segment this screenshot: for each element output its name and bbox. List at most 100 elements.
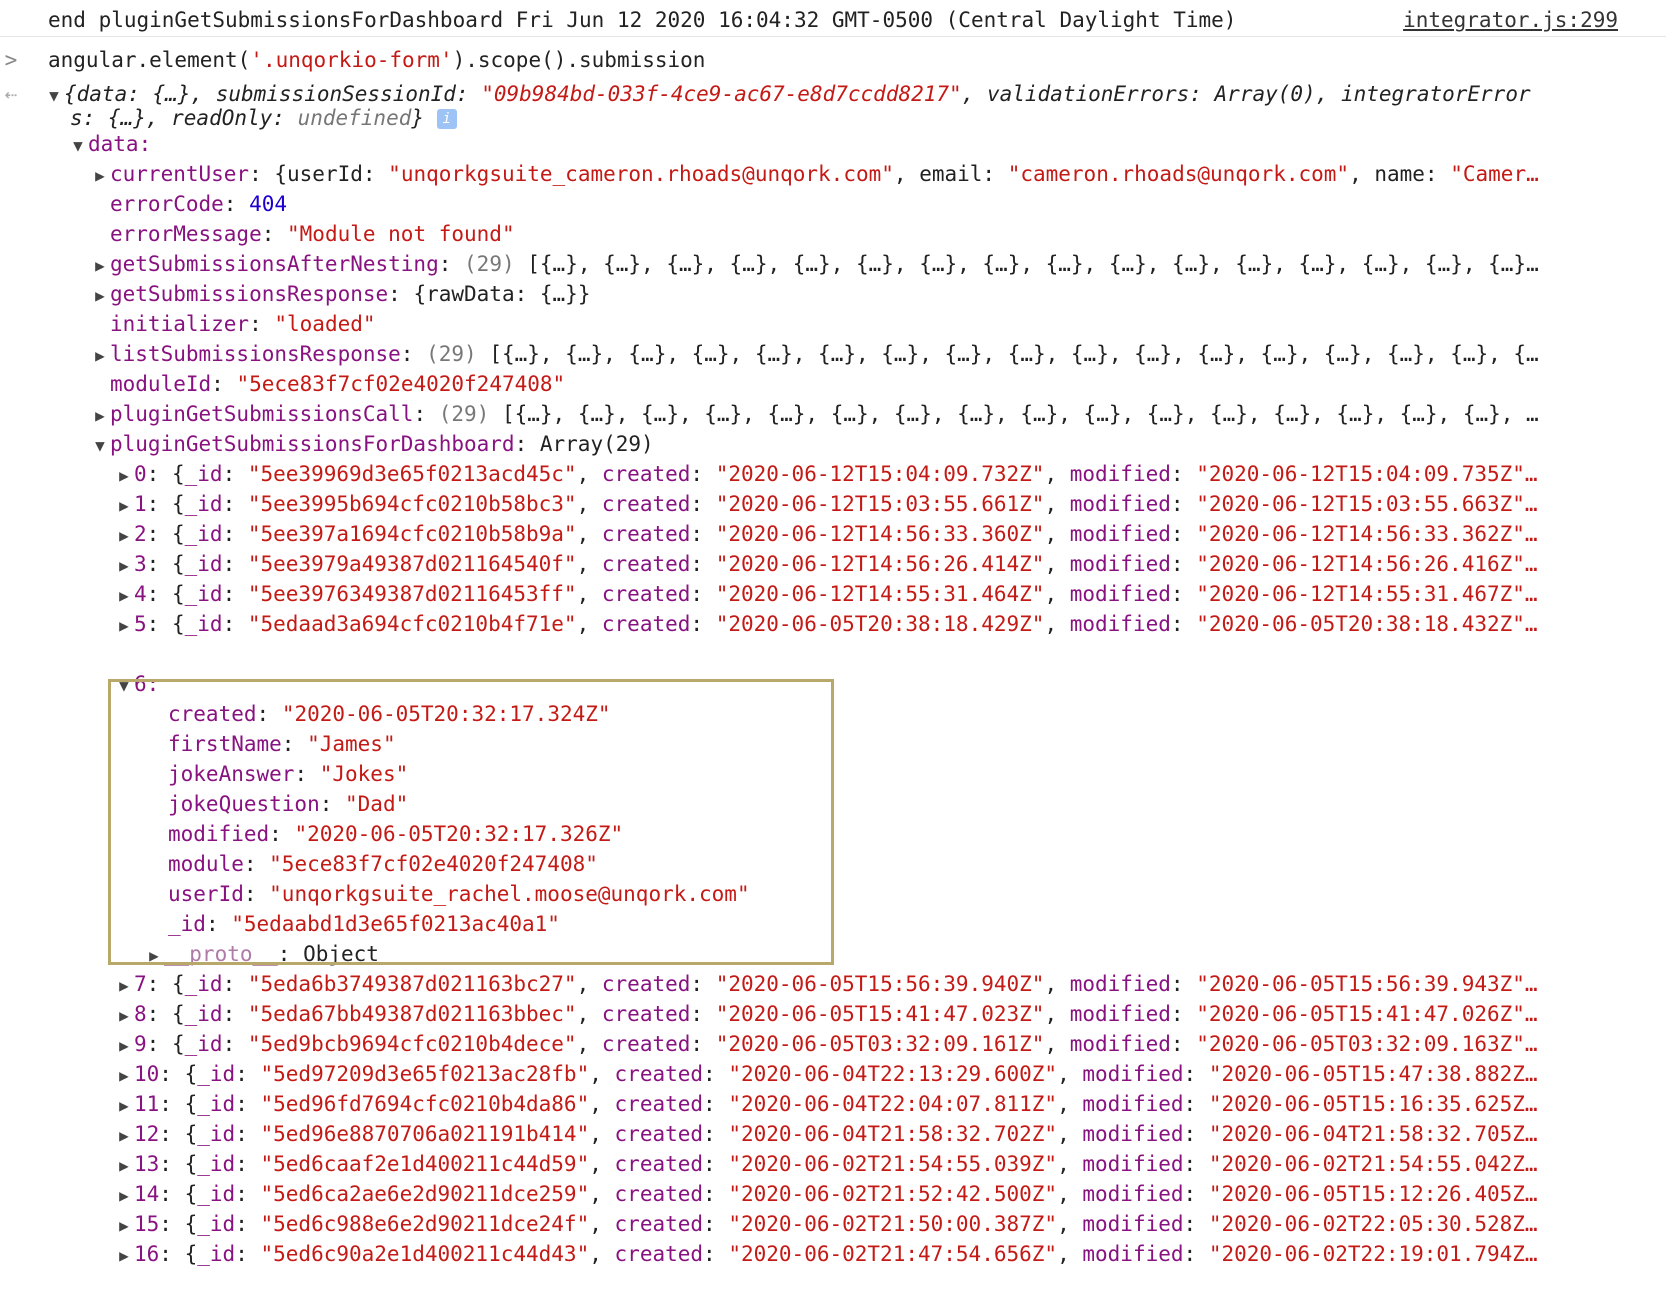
row-modified: "2020-06-05T20:38:18.432Z"… — [1196, 612, 1538, 636]
row-id: "5ee3995b694cfc0210b58bc3" — [247, 492, 577, 516]
sep: , — [589, 1092, 615, 1116]
sep: : — [243, 882, 270, 906]
collapsed-triangle-icon[interactable]: ▶ — [90, 280, 110, 310]
tree-row[interactable]: ▶ 13: {_id: "5ed6caaf2e1d400211c44d59", c… — [0, 1148, 1666, 1180]
tree-row[interactable]: ▶ 3: {_id: "5ee3979a49387d021164540f", cr… — [0, 548, 1666, 580]
row-created: "2020-06-12T14:56:33.360Z" — [715, 522, 1045, 546]
sep: : — [703, 1242, 729, 1266]
tree-row[interactable]: ▶ 4: {_id: "5ee3976349387d02116453ff", cr… — [0, 578, 1666, 610]
sep: : — [690, 462, 716, 486]
initializer-key: initializer — [110, 312, 250, 336]
sep: : — [1170, 462, 1197, 486]
collapsed-triangle-icon[interactable]: ▶ — [114, 1000, 134, 1030]
collapsed-triangle-icon[interactable]: ▶ — [114, 1120, 134, 1150]
expanded-triangle-icon[interactable]: ▼ — [90, 430, 110, 460]
tree-pluginGetSubmissionsForDashboard[interactable]: ▼ pluginGetSubmissionsForDashboard: Array… — [0, 428, 1666, 460]
collapsed-triangle-icon[interactable]: ▶ — [90, 340, 110, 370]
collapsed-triangle-icon[interactable]: ▶ — [114, 490, 134, 520]
result-line2-c: } — [411, 106, 425, 130]
row6-proto[interactable]: ▶ __proto__: Object — [0, 938, 1666, 970]
id-key: _id — [184, 462, 223, 486]
collapsed-triangle-icon[interactable]: ▶ — [114, 970, 134, 1000]
expanded-triangle-icon[interactable]: ▼ — [68, 130, 88, 160]
id-key: _id — [184, 582, 223, 606]
source-link[interactable]: integrator.js:299 — [1403, 4, 1618, 36]
expanded-triangle-icon[interactable]: ▼ — [114, 670, 134, 700]
id-key: _id — [197, 1062, 236, 1086]
tree-pluginGetSubmissionsCall[interactable]: ▶ pluginGetSubmissionsCall: (29) [{…}, {…… — [0, 398, 1666, 430]
collapsed-triangle-icon[interactable]: ▶ — [114, 580, 134, 610]
collapsed-triangle-icon[interactable]: ▶ — [90, 250, 110, 280]
tree-row[interactable]: ▶ 15: {_id: "5ed6c988e6e2d90211dce24f", c… — [0, 1208, 1666, 1240]
errorCode-key: errorCode — [110, 192, 224, 216]
data-key: data: — [88, 132, 152, 156]
currentUser-c: , name: — [1349, 162, 1451, 186]
collapsed-triangle-icon[interactable]: ▶ — [114, 1210, 134, 1240]
sep: : — [222, 552, 248, 576]
tree-row[interactable]: ▶ 12: {_id: "5ed96e8870706a021191b414", c… — [0, 1118, 1666, 1150]
row-created: "2020-06-04T21:58:32.702Z" — [728, 1122, 1058, 1146]
row-modified: "2020-06-05T15:41:47.026Z"… — [1196, 1002, 1538, 1026]
info-icon[interactable]: i — [436, 109, 457, 129]
row-index: 5 — [134, 612, 147, 636]
tree-row[interactable]: ▶ 0: {_id: "5ee39969d3e65f0213acd45c", cr… — [0, 458, 1666, 490]
sep: , — [589, 1122, 615, 1146]
row-modified: "2020-06-05T15:56:39.943Z"… — [1196, 972, 1538, 996]
modified-key: modified — [1082, 1062, 1184, 1086]
tree-row[interactable]: ▶ 16: {_id: "5ed6c90a2e1d400211c44d43", c… — [0, 1238, 1666, 1270]
collapsed-triangle-icon[interactable]: ▶ — [114, 1180, 134, 1210]
tree-row-6[interactable]: ▼ 6: — [0, 668, 1666, 700]
row-id: "5edaad3a694cfc0210b4f71e" — [247, 612, 577, 636]
tree-row[interactable]: ▶ 7: {_id: "5eda6b3749387d021163bc27", cr… — [0, 968, 1666, 1000]
tree-row[interactable]: ▶ 11: {_id: "5ed96fd7694cfc0210b4da86", c… — [0, 1088, 1666, 1120]
tree-row[interactable]: ▶ 5: {_id: "5edaad3a694cfc0210b4f71e", cr… — [0, 608, 1666, 640]
sep: , — [576, 492, 602, 516]
sep: , — [589, 1062, 615, 1086]
sep: : — [159, 1152, 172, 1176]
proto-key: __proto__ — [164, 942, 278, 966]
tree-getSubmissionsResponse[interactable]: ▶ getSubmissionsResponse: {rawData: {…}} — [0, 278, 1666, 310]
sep: : — [243, 852, 270, 876]
jokeAnswer-key: jokeAnswer — [168, 762, 295, 786]
collapsed-triangle-icon[interactable]: ▶ — [114, 610, 134, 640]
sep: : — [256, 702, 282, 726]
row-created: "2020-06-05T15:56:39.940Z" — [715, 972, 1045, 996]
sep: : — [1170, 492, 1197, 516]
sep: , — [1044, 462, 1070, 486]
tree-errorCode: errorCode: 404 — [0, 188, 1666, 220]
row-created: "2020-06-12T14:55:31.464Z" — [715, 582, 1045, 606]
sep: : — [1170, 1002, 1197, 1026]
collapsed-triangle-icon[interactable]: ▶ — [114, 460, 134, 490]
collapsed-triangle-icon[interactable]: ▶ — [90, 160, 110, 190]
sep: : — [235, 1152, 261, 1176]
collapsed-triangle-icon[interactable]: ▶ — [114, 1090, 134, 1120]
collapsed-triangle-icon[interactable]: ▶ — [90, 400, 110, 430]
sep: , — [589, 1182, 615, 1206]
tree-row[interactable]: ▶ 1: {_id: "5ee3995b694cfc0210b58bc3", cr… — [0, 488, 1666, 520]
tree-row[interactable]: ▶ 10: {_id: "5ed97209d3e65f0213ac28fb", c… — [0, 1058, 1666, 1090]
sep: : — [690, 582, 716, 606]
tree-currentUser[interactable]: ▶ currentUser: {userId: "unqorkgsuite_cam… — [0, 158, 1666, 190]
collapsed-triangle-icon[interactable]: ▶ — [114, 1060, 134, 1090]
row6-modified: modified: "2020-06-05T20:32:17.326Z" — [0, 818, 1666, 850]
tree-listSubmissionsResponse[interactable]: ▶ listSubmissionsResponse: (29) [{…}, {…}… — [0, 338, 1666, 370]
sep: , — [576, 552, 602, 576]
collapsed-triangle-icon[interactable]: ▶ — [114, 1030, 134, 1060]
tree-data[interactable]: ▼ data: — [0, 128, 1666, 160]
tree-row[interactable]: ▶ 9: {_id: "5ed9bcb9694cfc0210b4dece", cr… — [0, 1028, 1666, 1060]
currentUser-key: currentUser — [110, 162, 250, 186]
row-index: 0 — [134, 462, 147, 486]
tree-row[interactable]: ▶ 2: {_id: "5ee397a1694cfc0210b58b9a", cr… — [0, 518, 1666, 550]
row-id: "5eda67bb49387d021163bbec" — [247, 1002, 577, 1026]
tree-row[interactable]: ▶ 8: {_id: "5eda67bb49387d021163bbec", cr… — [0, 998, 1666, 1030]
collapsed-triangle-icon[interactable]: ▶ — [114, 1240, 134, 1270]
collapsed-triangle-icon[interactable]: ▶ — [114, 550, 134, 580]
collapsed-triangle-icon[interactable]: ▶ — [144, 940, 164, 970]
currentUser-a: {userId: — [274, 162, 389, 186]
row-id: "5ed97209d3e65f0213ac28fb" — [260, 1062, 590, 1086]
collapsed-triangle-icon[interactable]: ▶ — [114, 1150, 134, 1180]
tree-row[interactable]: ▶ 14: {_id: "5ed6ca2ae6e2d90211dce259", c… — [0, 1178, 1666, 1210]
initializer-value: "loaded" — [274, 312, 376, 336]
collapsed-triangle-icon[interactable]: ▶ — [114, 520, 134, 550]
tree-getSubmissionsAfterNesting[interactable]: ▶ getSubmissionsAfterNesting: (29) [{…}, … — [0, 248, 1666, 280]
